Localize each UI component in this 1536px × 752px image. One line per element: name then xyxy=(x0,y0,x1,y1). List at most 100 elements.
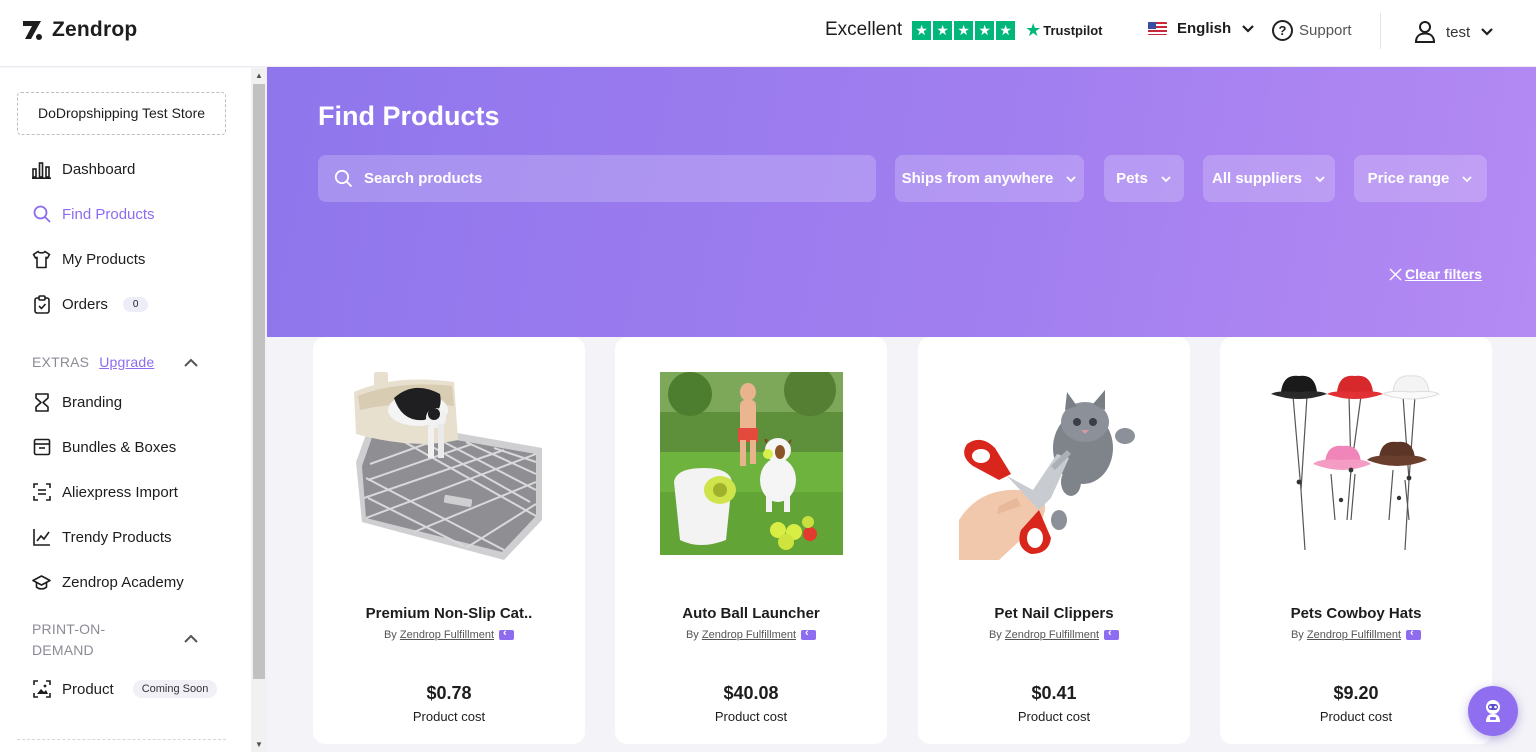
user-name: test xyxy=(1446,23,1471,41)
sidebar-item-label: Bundles & Boxes xyxy=(62,438,177,456)
support-link[interactable]: ? Support xyxy=(1272,20,1352,41)
sidebar-divider xyxy=(17,739,226,740)
top-header: Zendrop Excellent ★ ★ ★ ★ ★ ★ Trustpilot… xyxy=(0,0,1536,67)
chevron-up-icon[interactable] xyxy=(184,632,198,646)
supplier-badge-icon xyxy=(1104,627,1120,641)
product-cost-label: Product cost xyxy=(714,709,788,724)
product-name[interactable]: Pet Nail Clippers xyxy=(918,605,1190,622)
filter-label: Pets xyxy=(1116,170,1148,187)
sidebar-item-pod-product[interactable]: Product Coming Soon xyxy=(32,678,218,700)
scroll-down-arrow-icon[interactable]: ▼ xyxy=(255,740,263,749)
product-cost-label: Product cost xyxy=(1319,709,1393,724)
logo-text: Zendrop xyxy=(52,18,138,41)
sidebar-item-label: Orders xyxy=(62,295,108,313)
product-supplier: By Zendrop Fulfillment xyxy=(918,627,1190,641)
pod-section-header: PRINT-ON- DEMAND xyxy=(32,619,105,661)
supplier-filter[interactable]: All suppliers xyxy=(1203,155,1335,202)
chevron-down-icon xyxy=(1462,175,1472,182)
supplier-link[interactable]: Zendrop Fulfillment xyxy=(400,629,494,641)
pod-label-line1: PRINT-ON- xyxy=(32,621,106,637)
sidebar-item-orders[interactable]: Orders 0 xyxy=(32,293,149,315)
product-supplier: By Zendrop Fulfillment xyxy=(313,627,585,641)
supplier-link[interactable]: Zendrop Fulfillment xyxy=(702,629,796,641)
sidebar-item-label: My Products xyxy=(62,250,146,268)
trustpilot-logo: ★ Trustpilot xyxy=(1025,21,1102,39)
rating-stars: ★ ★ ★ ★ ★ xyxy=(912,20,1016,40)
chevron-up-icon[interactable] xyxy=(184,356,198,370)
star-icon: ★ xyxy=(933,20,953,40)
product-image[interactable] xyxy=(354,370,544,560)
sidebar-scrollbar[interactable]: ▲ ▼ xyxy=(251,68,267,752)
sidebar-item-dashboard[interactable]: Dashboard xyxy=(32,158,135,180)
supplier-link[interactable]: Zendrop Fulfillment xyxy=(1005,629,1099,641)
star-icon: ★ xyxy=(954,20,974,40)
scrollbar-thumb[interactable] xyxy=(253,84,265,679)
product-cost-label: Product cost xyxy=(1017,709,1091,724)
product-image[interactable] xyxy=(1261,370,1451,560)
supplier-link[interactable]: Zendrop Fulfillment xyxy=(1307,629,1401,641)
chevron-down-icon xyxy=(1066,175,1076,182)
graduation-cap-icon xyxy=(32,573,51,592)
supplier-badge-icon xyxy=(801,627,817,641)
header-divider xyxy=(1380,13,1381,49)
sidebar-item-trendy-products[interactable]: Trendy Products xyxy=(32,526,172,548)
product-name[interactable]: Auto Ball Launcher xyxy=(615,605,887,622)
ships-from-filter[interactable]: Ships from anywhere xyxy=(895,155,1084,202)
scroll-up-arrow-icon[interactable]: ▲ xyxy=(255,71,263,80)
upgrade-link[interactable]: Upgrade xyxy=(99,354,154,370)
price-range-filter[interactable]: Price range xyxy=(1354,155,1487,202)
star-icon: ★ xyxy=(996,20,1016,40)
bar-chart-icon xyxy=(32,160,51,179)
search-icon xyxy=(334,169,353,188)
product-image[interactable] xyxy=(959,370,1149,560)
product-card[interactable]: Auto Ball Launcher By Zendrop Fulfillmen… xyxy=(615,337,887,744)
sidebar-item-label: Branding xyxy=(62,393,123,411)
sidebar-item-aliexpress-import[interactable]: Aliexpress Import xyxy=(32,481,178,503)
product-image[interactable] xyxy=(660,372,843,555)
trustpilot-rating[interactable]: Excellent ★ ★ ★ ★ ★ ★ Trustpilot xyxy=(825,19,1102,41)
sidebar-item-zendrop-academy[interactable]: Zendrop Academy xyxy=(32,571,184,593)
product-supplier: By Zendrop Fulfillment xyxy=(1220,627,1492,641)
sidebar-item-label: Find Products xyxy=(62,205,155,223)
star-icon: ★ xyxy=(975,20,995,40)
trust-label: Excellent xyxy=(825,19,903,40)
extras-section-header: EXTRAS Upgrade xyxy=(32,354,154,370)
store-selector[interactable]: DoDropshipping Test Store xyxy=(17,92,226,135)
product-card[interactable]: Pets Cowboy Hats By Zendrop Fulfillment … xyxy=(1220,337,1492,744)
scan-icon xyxy=(32,483,51,502)
sidebar-item-bundles-boxes[interactable]: Bundles & Boxes xyxy=(32,436,176,458)
extras-label: EXTRAS xyxy=(32,354,90,370)
product-price: $0.78 xyxy=(426,683,472,703)
orders-count-badge: 0 xyxy=(122,296,149,312)
product-name[interactable]: Premium Non-Slip Cat.. xyxy=(313,605,585,622)
clipboard-icon xyxy=(32,294,51,314)
sidebar-item-find-products[interactable]: Find Products xyxy=(32,203,155,225)
zendrop-logo[interactable]: Zendrop xyxy=(22,18,137,42)
sidebar-item-label: Zendrop Academy xyxy=(62,573,184,591)
filter-label: Price range xyxy=(1367,170,1450,187)
product-card[interactable]: Premium Non-Slip Cat.. By Zendrop Fulfil… xyxy=(313,337,585,744)
by-label: By xyxy=(383,629,397,641)
category-filter[interactable]: Pets xyxy=(1104,155,1184,202)
by-label: By xyxy=(988,629,1002,641)
zendrop-logo-icon xyxy=(23,21,42,40)
language-selector[interactable]: English xyxy=(1148,20,1255,37)
product-name[interactable]: Pets Cowboy Hats xyxy=(1220,605,1492,622)
sidebar-item-label: Trendy Products xyxy=(62,528,172,546)
chevron-down-icon xyxy=(1242,24,1254,33)
image-frame-icon xyxy=(32,680,51,699)
supplier-badge-icon xyxy=(499,627,515,641)
search-input[interactable] xyxy=(364,155,864,202)
support-label: Support xyxy=(1299,22,1352,39)
sidebar-item-branding[interactable]: Branding xyxy=(32,391,122,413)
product-card[interactable]: Pet Nail Clippers By Zendrop Fulfillment… xyxy=(918,337,1190,744)
product-price: $40.08 xyxy=(723,683,779,703)
sidebar-item-my-products[interactable]: My Products xyxy=(32,248,145,270)
sidebar: DoDropshipping Test Store Dashboard Find… xyxy=(0,68,251,752)
user-menu[interactable]: test xyxy=(1414,20,1494,44)
clear-filters-link[interactable]: Clear filters xyxy=(1389,266,1482,282)
chat-assistant-button[interactable] xyxy=(1468,686,1518,736)
sidebar-item-label: Dashboard xyxy=(62,160,136,178)
search-icon xyxy=(32,205,51,224)
search-bar[interactable] xyxy=(318,155,876,202)
